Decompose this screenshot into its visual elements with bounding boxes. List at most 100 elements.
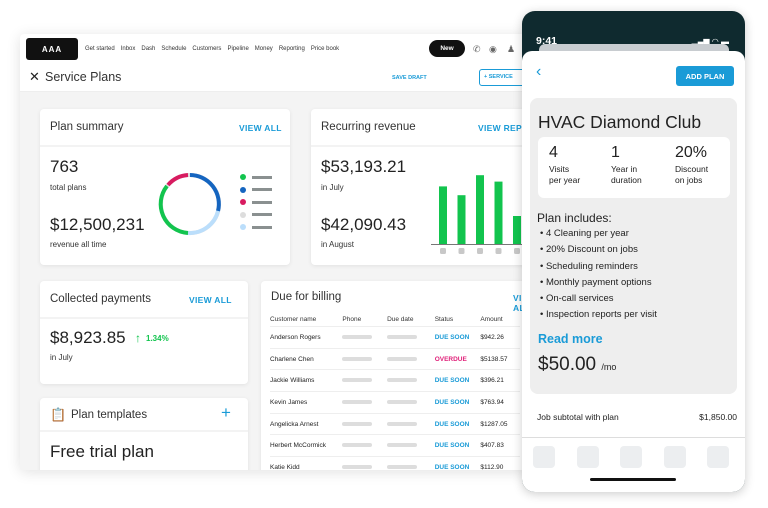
- view-all-link[interactable]: VIEW ALL: [239, 123, 282, 133]
- donut-segment: [187, 210, 220, 236]
- donut-segment: [189, 173, 221, 212]
- table-row[interactable]: Anderson Rogers DUE SOON $942.26: [270, 327, 520, 349]
- tab-bar-item[interactable]: [577, 446, 599, 468]
- price-unit: /mo: [601, 362, 617, 372]
- tab-bar-item[interactable]: [533, 446, 555, 468]
- amount: $763.94: [480, 398, 504, 406]
- revenue-all-time: $12,500,231: [50, 215, 145, 234]
- legend-dot: [240, 186, 246, 193]
- donut-segment: [158, 184, 189, 235]
- card-title: Collected payments: [50, 293, 151, 305]
- legend-item: [240, 184, 272, 197]
- stat-value: 1: [611, 144, 620, 161]
- customer-name: Herbert McCormick: [270, 442, 326, 450]
- new-button[interactable]: New: [429, 40, 465, 57]
- plan-card: HVAC Diamond Club 4 Visits per year 1 Year i…: [530, 98, 737, 394]
- status-badge: DUE SOON: [434, 420, 470, 428]
- nav-menu: Get started Inbox Dash Schedule Customers Pip…: [85, 46, 339, 52]
- legend-placeholder: [252, 200, 272, 204]
- stat-label: Visits: [549, 164, 570, 174]
- table-row[interactable]: Angelicka Arnest DUE SOON $1287.05: [270, 414, 520, 436]
- include-item: Scheduling reminders: [540, 261, 657, 277]
- revenue-bar-chart: [431, 175, 530, 254]
- nav-item[interactable]: Money: [255, 46, 273, 52]
- include-item: Monthly payment options: [540, 277, 657, 293]
- nav-item[interactable]: Reporting: [279, 46, 305, 52]
- save-draft-button[interactable]: SAVE DRAFT: [392, 75, 427, 81]
- revenue-bar: [476, 175, 484, 244]
- page-header: ✕ Service Plans SAVE DRAFT + SERVICE: [20, 64, 530, 92]
- recurring-revenue-card: Recurring revenueVIEW REPORT $53,193.21 …: [311, 109, 530, 265]
- amount: $5138.57: [480, 355, 508, 363]
- stat-label: on jobs: [675, 175, 703, 185]
- revenue-bar: [494, 181, 503, 244]
- add-plan-button[interactable]: ADD PLAN: [676, 66, 734, 86]
- tab-bar-item[interactable]: [620, 446, 642, 468]
- nav-item[interactable]: Pipeline: [227, 46, 248, 52]
- phone-placeholder: [342, 443, 373, 448]
- legend-placeholder: [252, 225, 272, 229]
- nav-item[interactable]: Get started: [85, 46, 115, 52]
- x-tick-placeholder: [514, 248, 520, 254]
- card-title: Plan templates: [71, 409, 148, 421]
- include-item: Inspection reports per visit: [540, 309, 657, 325]
- period-label: in July: [50, 353, 73, 362]
- read-more-link[interactable]: Read more: [538, 332, 603, 346]
- close-icon[interactable]: ✕: [29, 69, 40, 85]
- revenue-bar: [513, 216, 521, 244]
- divider: [522, 437, 745, 438]
- nav-item[interactable]: Inbox: [121, 46, 136, 52]
- customer-name: Katie Kidd: [270, 463, 300, 470]
- table-row[interactable]: Katie Kidd DUE SOON $112.90: [270, 457, 520, 470]
- nav-item[interactable]: Schedule: [161, 46, 186, 52]
- add-template-icon[interactable]: +: [221, 403, 231, 423]
- card-title: Plan summary: [50, 121, 124, 133]
- table-row[interactable]: Charlene Chen OVERDUE $5138.57: [270, 349, 520, 371]
- date-placeholder: [387, 421, 418, 426]
- user-icon[interactable]: ♟: [507, 44, 515, 55]
- plan-name: HVAC Diamond Club: [538, 112, 702, 132]
- table-row[interactable]: Herbert McCormick DUE SOON $407.83: [270, 435, 520, 458]
- date-placeholder: [387, 378, 418, 383]
- legend-dot: [240, 199, 246, 206]
- nav-item[interactable]: Customers: [192, 46, 221, 52]
- company-logo[interactable]: AAA: [26, 38, 78, 60]
- plan-templates-card: 📋 Plan templates + Free trial plan: [40, 398, 248, 470]
- clipboard-icon: 📋: [50, 407, 67, 422]
- donut-segment: [166, 173, 189, 187]
- phone-icon[interactable]: ✆: [473, 44, 481, 55]
- tab-bar-item[interactable]: [664, 446, 686, 468]
- due-for-billing-card: Due for billing VIEW ALL Customer namePh…: [261, 281, 530, 470]
- back-chevron-icon[interactable]: ‹: [536, 63, 541, 81]
- tab-bar-item[interactable]: [707, 446, 729, 468]
- table-row[interactable]: Jackie Williams DUE SOON $396.21: [270, 370, 520, 393]
- chat-icon[interactable]: ◉: [489, 44, 497, 55]
- table-row[interactable]: Kevin James DUE SOON $763.94: [270, 392, 520, 414]
- amount: $942.26: [480, 333, 504, 341]
- x-tick-placeholder: [440, 248, 446, 254]
- collected-amount: $8,923.85: [50, 328, 126, 347]
- date-placeholder: [387, 443, 418, 448]
- amount: $1287.05: [480, 420, 508, 428]
- view-all-link[interactable]: VIEW ALL: [189, 295, 232, 305]
- phone-placeholder: [342, 421, 373, 426]
- phone-mockup: 9:41 ▂▄▆ ◠ ▬ ‹ ADD PLAN HVAC Diamond Clu…: [522, 11, 745, 492]
- nav-item[interactable]: Price book: [311, 46, 339, 52]
- amount: $407.83: [480, 442, 504, 450]
- page-title: Service Plans: [45, 70, 122, 84]
- billing-table: Customer name Phone Due date Status Amount An…: [270, 313, 520, 470]
- plan-stats: 4 Visits per year 1 Year in duration 20% Discou…: [538, 137, 730, 198]
- status-badge: DUE SOON: [434, 398, 470, 406]
- column-header: Amount: [480, 316, 503, 323]
- customer-name: Charlene Chen: [270, 355, 314, 363]
- card-title: Due for billing: [271, 291, 342, 303]
- total-plans-label: total plans: [50, 183, 87, 192]
- nav-item[interactable]: Dash: [141, 46, 155, 52]
- customer-name: Jackie Williams: [270, 377, 315, 385]
- legend-dot: [240, 224, 246, 231]
- date-placeholder: [387, 334, 418, 339]
- desktop-window: AAA Get started Inbox Dash Schedule Customer…: [20, 34, 530, 470]
- customer-name: Kevin James: [270, 398, 308, 406]
- august-revenue: $42,090.43: [321, 215, 407, 234]
- template-item[interactable]: Free trial plan: [50, 442, 154, 462]
